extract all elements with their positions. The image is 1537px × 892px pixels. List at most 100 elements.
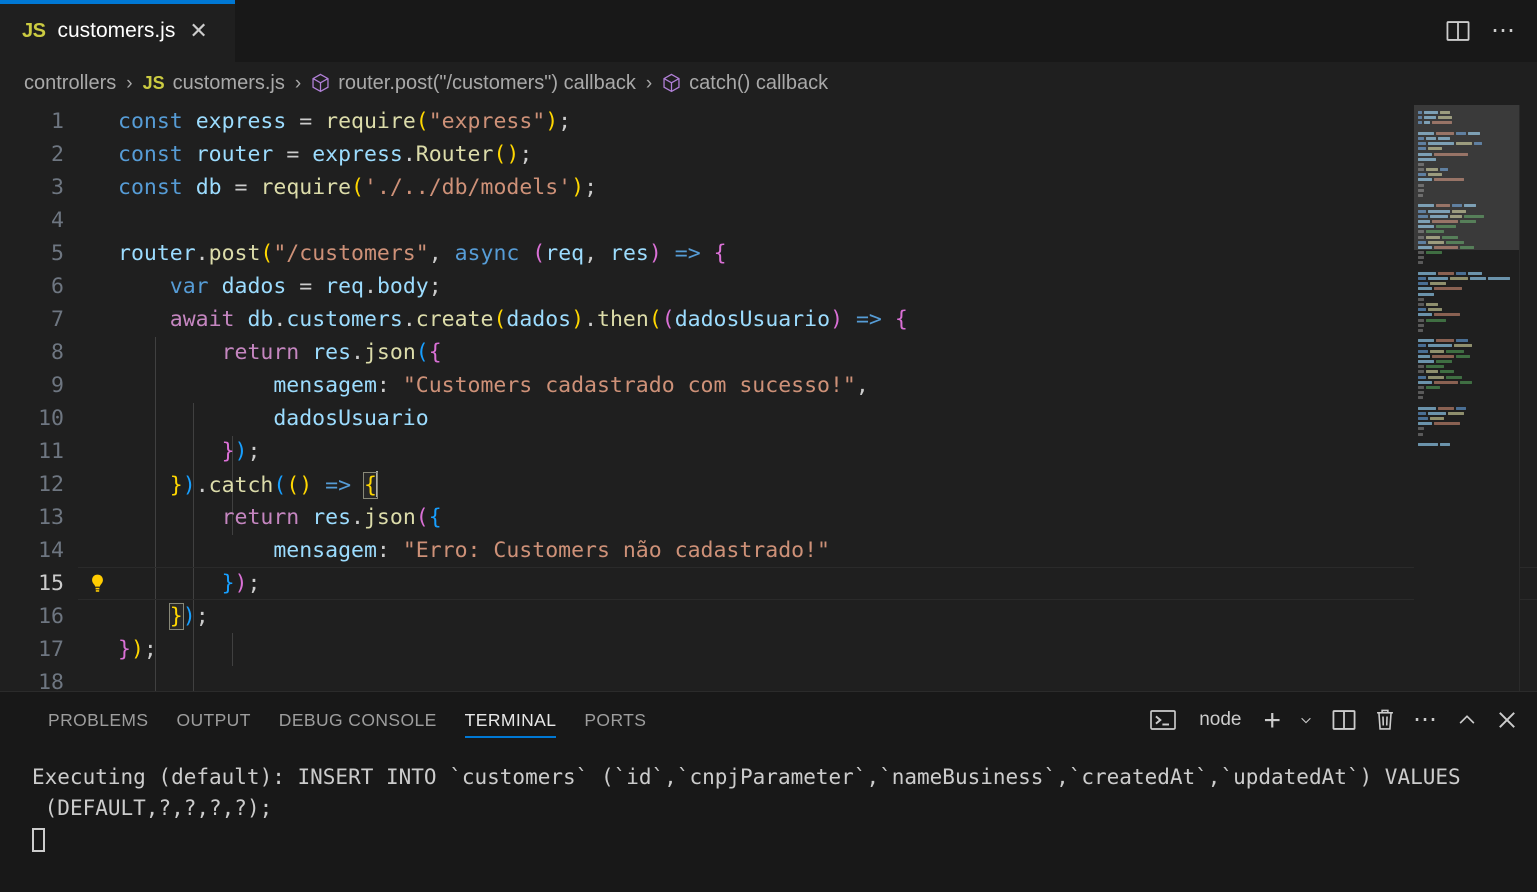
panel-tab-label: OUTPUT: [176, 709, 251, 730]
code-line: 11 });: [0, 435, 1537, 468]
minimap-line: [1418, 308, 1510, 312]
editor-tab-bar: JS customers.js ✕ ⋯: [0, 0, 1537, 62]
split-editor-icon[interactable]: [1445, 18, 1471, 44]
line-number: 8: [51, 340, 64, 365]
tab-ports[interactable]: PORTS: [570, 692, 660, 748]
minimap-token: [1418, 391, 1424, 395]
editor-minimap[interactable]: [1414, 105, 1519, 691]
minimap-line: [1418, 302, 1510, 306]
minimap-line: [1418, 339, 1510, 343]
breadcrumb-item-customers-js[interactable]: JS customers.js: [143, 72, 285, 95]
minimap-token: [1418, 411, 1426, 415]
minimap-line: [1418, 411, 1510, 415]
code-line: 18: [0, 666, 1537, 691]
split-terminal-icon[interactable]: [1331, 707, 1357, 733]
views-and-more-actions-icon[interactable]: ⋯: [1413, 707, 1439, 732]
minimap-token: [1418, 277, 1426, 280]
line-number: 4: [51, 208, 64, 233]
minimap-line: [1418, 360, 1510, 363]
minimap-slider[interactable]: [1414, 105, 1519, 250]
line-content: });: [221, 571, 261, 596]
minimap-token: [1446, 375, 1462, 379]
line-number: 17: [38, 637, 64, 662]
minimap-token: [1446, 349, 1464, 353]
tab-terminal[interactable]: TERMINAL: [451, 692, 571, 748]
minimap-token: [1436, 339, 1454, 343]
breadcrumb-item-controllers[interactable]: controllers: [24, 72, 116, 95]
line-number: 16: [38, 604, 64, 629]
line-number: 9: [51, 373, 64, 398]
trash-icon[interactable]: [1373, 707, 1397, 733]
minimap-token: [1468, 271, 1482, 275]
minimap-line: [1418, 297, 1510, 301]
minimap-token: [1418, 313, 1432, 317]
symbol-cube-icon: [311, 73, 330, 94]
new-terminal-icon[interactable]: +: [1263, 705, 1281, 735]
minimap-token: [1432, 354, 1454, 358]
tab-output[interactable]: OUTPUT: [162, 692, 264, 748]
minimap-line: [1418, 344, 1510, 348]
close-icon[interactable]: ✕: [189, 20, 207, 42]
minimap-line: [1418, 354, 1510, 358]
minimap-line: [1418, 375, 1510, 379]
chevron-down-icon[interactable]: [1297, 713, 1315, 727]
chevron-up-icon[interactable]: [1455, 710, 1479, 730]
minimap-line: [1418, 267, 1510, 270]
minimap-token: [1418, 427, 1424, 431]
breadcrumb-item-router-post-callback[interactable]: router.post("/customers") callback: [311, 72, 636, 95]
minimap-line: [1418, 318, 1510, 322]
code-line: 1 const express = require("express");: [0, 105, 1537, 138]
line-number: 14: [38, 538, 64, 563]
minimap-token: [1426, 365, 1444, 369]
minimap-token: [1456, 339, 1468, 343]
minimap-line: [1418, 438, 1510, 441]
symbol-cube-icon: [662, 73, 681, 94]
minimap-token: [1436, 360, 1452, 363]
line-content: dadosUsuario: [273, 406, 429, 431]
minimap-token: [1418, 432, 1423, 436]
code-line: 7 await db.customers.create(dados).then(…: [0, 303, 1537, 336]
code-line: 5 router.post("/customers", async (req, r…: [0, 237, 1537, 270]
code-line: 16 });: [0, 600, 1537, 633]
line-number: 18: [38, 670, 64, 691]
editor-code-area[interactable]: 1 const express = require("express"); 2 co…: [0, 105, 1537, 691]
minimap-token: [1418, 323, 1424, 327]
terminal-body[interactable]: Executing (default): INSERT INTO `custom…: [0, 748, 1537, 892]
editor-tab-customers-js[interactable]: JS customers.js ✕: [0, 0, 235, 62]
line-number: 7: [51, 307, 64, 332]
more-actions-icon[interactable]: ⋯: [1491, 18, 1517, 43]
minimap-token: [1418, 292, 1434, 296]
breadcrumb: controllers › JS customers.js › router.p…: [0, 62, 1537, 105]
editor-vertical-scrollbar[interactable]: [1519, 105, 1537, 691]
minimap-line: [1418, 287, 1510, 291]
line-number: 2: [51, 142, 64, 167]
minimap-token: [1418, 282, 1428, 286]
code-line: 14 mensagem: "Erro: Customers não cadast…: [0, 534, 1537, 567]
minimap-token: [1426, 251, 1442, 255]
line-content: }).catch(() => {: [169, 471, 378, 499]
tab-problems[interactable]: PROBLEMS: [34, 692, 162, 748]
tab-debug-console[interactable]: DEBUG CONSOLE: [265, 692, 451, 748]
close-panel-icon[interactable]: [1495, 708, 1519, 732]
minimap-token: [1418, 349, 1428, 353]
minimap-token: [1418, 318, 1424, 322]
code-line-active: 15 });: [0, 567, 1537, 600]
terminal-cursor: [32, 828, 45, 852]
minimap-line: [1418, 292, 1510, 296]
breadcrumb-item-catch-callback[interactable]: catch() callback: [662, 72, 828, 95]
code-action-lightbulb-icon[interactable]: [78, 573, 116, 595]
minimap-token: [1426, 318, 1446, 322]
minimap-token: [1488, 277, 1510, 280]
minimap-token: [1418, 339, 1434, 343]
terminal-icon[interactable]: [1149, 708, 1177, 732]
minimap-token: [1428, 344, 1452, 348]
terminal-output-line: (DEFAULT,?,?,?,?);: [32, 796, 273, 820]
minimap-token: [1448, 411, 1464, 415]
minimap-token: [1456, 271, 1466, 275]
line-number: 6: [51, 274, 64, 299]
breadcrumb-label: controllers: [24, 72, 117, 94]
code-line: 10 dadosUsuario: [0, 402, 1537, 435]
line-number: 15: [38, 571, 64, 596]
minimap-token: [1418, 370, 1424, 374]
code-editor[interactable]: 1 const express = require("express"); 2 co…: [0, 105, 1537, 691]
